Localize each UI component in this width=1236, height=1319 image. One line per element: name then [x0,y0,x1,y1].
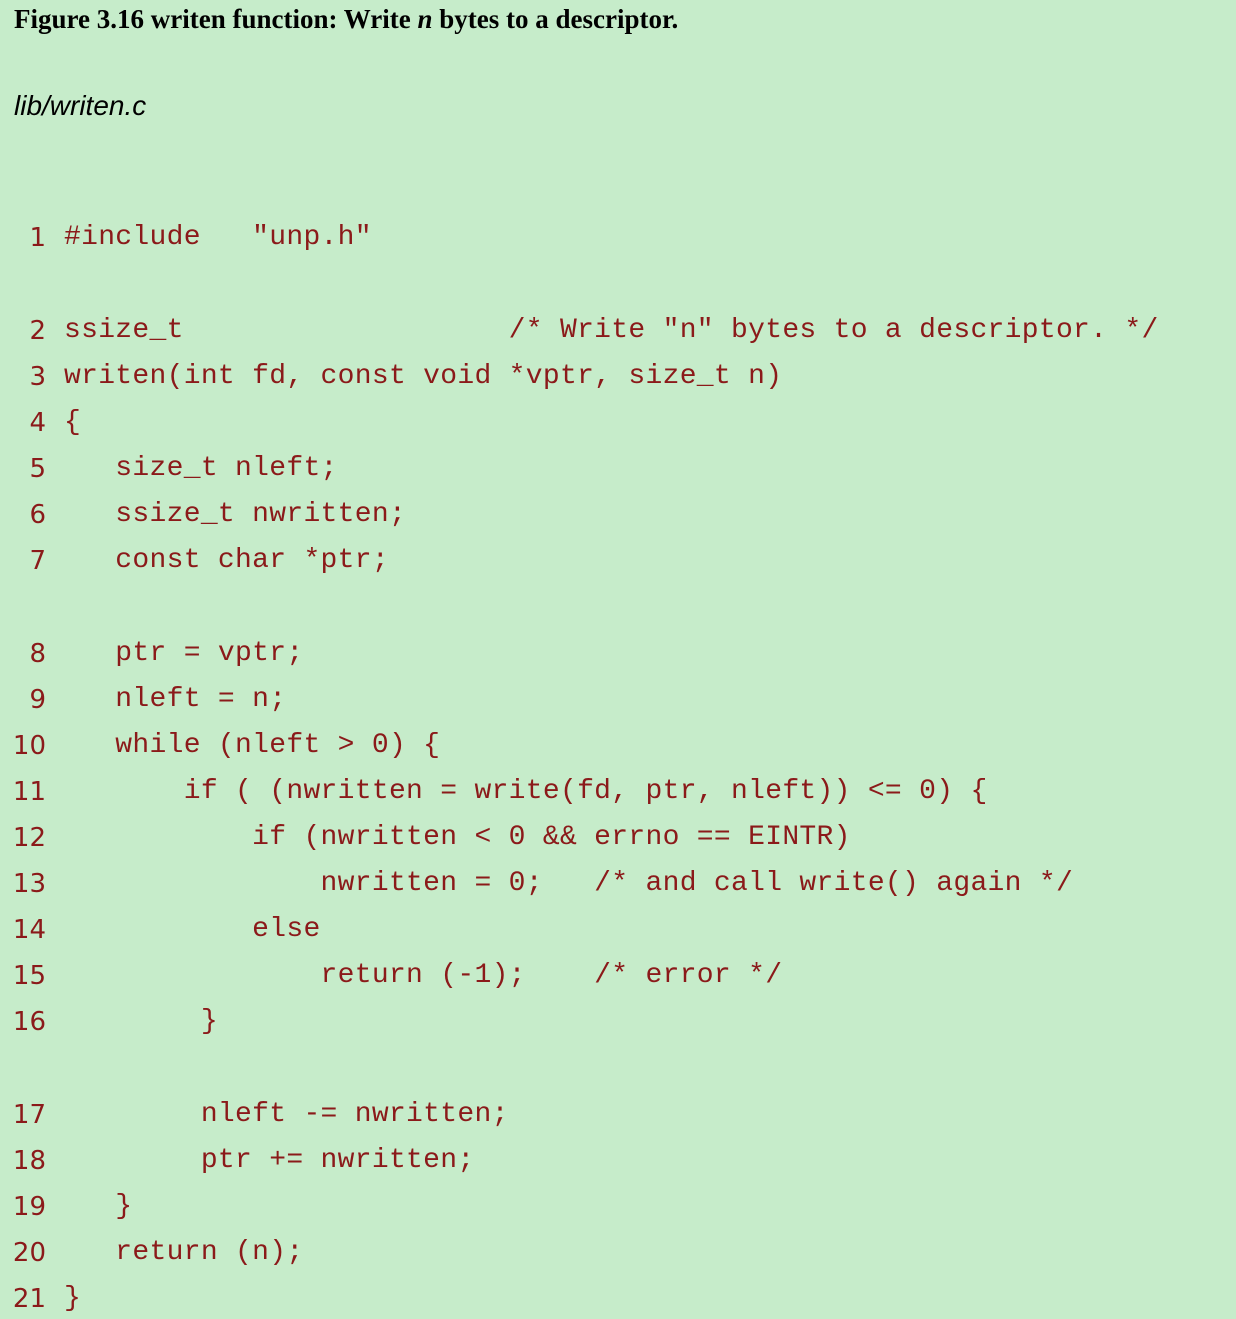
code-text: return (-1); /* error */ [64,960,783,991]
code-text: nleft -= nwritten; [64,1099,509,1130]
line-number: 16 [12,1007,46,1037]
code-line: 13 nwritten = 0; /* and call write() aga… [0,864,1236,904]
code-line: 3 writen(int fd, const void *vptr, size_t… [0,357,1236,397]
code-line: 4{ [0,403,1236,443]
code-text: ptr = vptr; [64,638,304,669]
code-line: 19 } [0,1187,1236,1227]
line-number: 18 [12,1146,46,1176]
line-number: 17 [12,1100,46,1130]
code-line: 11 if ( (nwritten = write(fd, ptr, nleft… [0,772,1236,812]
line-number: 8 [29,639,46,669]
line-number: 10 [12,731,46,761]
line-number: 1 [29,223,46,253]
code-text: ssize_t nwritten; [64,499,407,530]
code-text: while (nleft > 0) { [64,730,441,761]
code-text: nleft = n; [64,684,287,715]
figure-title-suffix: bytes to a descriptor. [432,4,679,34]
code-line: 1 #include "unp.h" [0,218,1236,258]
line-number: 15 [12,961,46,991]
code-text: else [64,914,321,945]
code-line: 18 ptr += nwritten; [0,1141,1236,1181]
code-line: 14 else [0,910,1236,950]
code-text: } [64,1006,218,1037]
code-text: if (nwritten < 0 && errno == EINTR) [64,822,851,853]
figure-title-prefix: Figure 3.16 writen function: Write [14,4,418,34]
line-number: 2 [29,316,46,346]
line-number: 7 [29,546,46,576]
code-text: if ( (nwritten = write(fd, ptr, nleft)) … [64,776,988,807]
code-line: 16 } [0,1002,1236,1042]
code-line: 6 ssize_t nwritten; [0,495,1236,535]
code-text: size_t nleft; [64,453,338,484]
code-line: 10 while (nleft > 0) { [0,726,1236,766]
code-text: const char *ptr; [64,545,389,576]
code-text: { [64,407,82,438]
code-text: return (n); [64,1237,304,1268]
figure-title: Figure 3.16 writen function: Write n byt… [14,2,678,36]
line-number: 21 [12,1284,46,1314]
code-line: 7 const char *ptr; [0,541,1236,581]
line-number: 4 [29,408,46,438]
line-number: 9 [29,685,46,715]
source-filename: lib/writen.c [14,90,147,121]
code-text: nwritten = 0; /* and call write() again … [64,868,1074,899]
code-line: 20 return (n); [0,1233,1236,1273]
line-number: 5 [29,454,46,484]
figure-title-variable: n [417,4,433,34]
code-line: 2 ssize_t /* Write "n" bytes to a descrip… [0,311,1236,351]
line-number: 20 [12,1238,46,1268]
code-line: 5 size_t nleft; [0,449,1236,489]
code-line: 12 if (nwritten < 0 && errno == EINTR) [0,818,1236,858]
line-number: 19 [12,1192,46,1222]
code-text: #include "unp.h" [64,222,372,253]
code-text: } [64,1283,82,1314]
line-number: 11 [12,777,46,807]
code-text: } [64,1191,133,1222]
code-text: ssize_t /* Write "n" bytes to a descript… [64,315,1159,346]
line-number: 14 [12,915,46,945]
line-number: 12 [12,823,46,853]
line-number: 13 [12,869,46,899]
line-number: 6 [29,500,46,530]
code-line: 15 return (-1); /* error */ [0,956,1236,996]
code-line: 17 nleft -= nwritten; [0,1095,1236,1135]
code-line: 8 ptr = vptr; [0,634,1236,674]
code-text: ptr += nwritten; [64,1145,475,1176]
code-text: writen(int fd, const void *vptr, size_t … [64,361,783,392]
code-line: 9 nleft = n; [0,680,1236,720]
code-line: 21} [0,1279,1236,1319]
line-number: 3 [29,362,46,392]
